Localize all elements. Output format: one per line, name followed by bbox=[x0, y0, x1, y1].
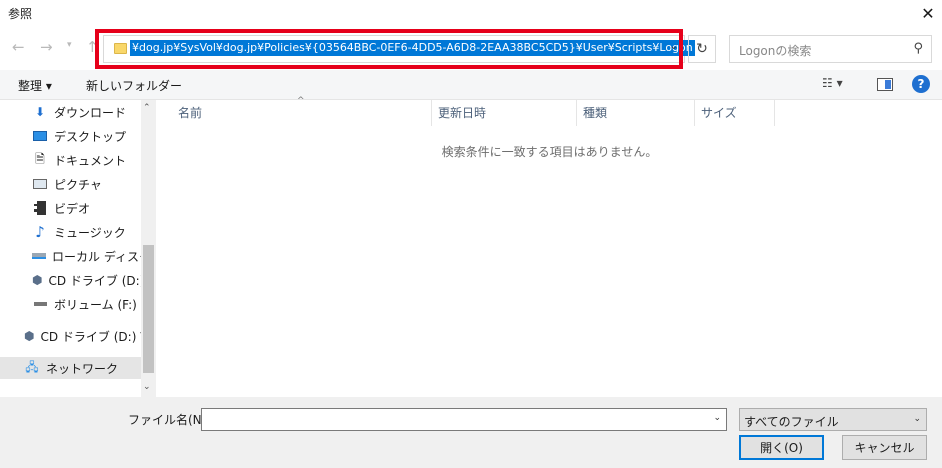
navigation-bar: ← → ▾ ↑ ¥dog.jp¥SysVol¥dog.jp¥Policies¥{… bbox=[0, 28, 942, 69]
file-list: ^ 名前 更新日時 種類 サイズ 検索条件に一致する項目はありません。 bbox=[157, 96, 942, 397]
chevron-down-icon[interactable]: ⌄ bbox=[713, 413, 721, 423]
view-options-icon[interactable]: ☷ ▾ bbox=[822, 76, 843, 90]
filename-label: ファイル名(N): bbox=[128, 413, 211, 427]
volume-icon bbox=[32, 296, 48, 312]
search-box[interactable]: Logonの検索 ⚲ bbox=[729, 35, 932, 63]
close-button[interactable]: ✕ bbox=[914, 0, 942, 26]
new-folder-button[interactable]: 新しいフォルダー bbox=[86, 77, 182, 94]
column-header-size[interactable]: サイズ bbox=[695, 100, 775, 126]
column-header-modified[interactable]: 更新日時 bbox=[432, 100, 577, 126]
command-bar: 整理 ▾ 新しいフォルダー ☷ ▾ ? bbox=[0, 70, 942, 100]
sidebar-item-cd-drive[interactable]: ⬢ CD ドライブ (D:) Vi bbox=[0, 269, 141, 291]
video-icon bbox=[32, 200, 48, 216]
column-header-name[interactable]: 名前 bbox=[172, 100, 432, 126]
sidebar-scrollbar[interactable]: ⌃ ⌄ bbox=[141, 100, 156, 397]
organize-menu[interactable]: 整理 ▾ bbox=[18, 77, 52, 94]
sidebar-item-local-disk[interactable]: ローカル ディスク (C bbox=[0, 245, 141, 267]
bottom-panel: ファイル名(N): ⌄ すべてのファイル ⌄ 開く(O) キャンセル bbox=[0, 397, 942, 468]
scrollbar-thumb[interactable] bbox=[143, 245, 154, 373]
file-type-value: すべてのファイル bbox=[744, 415, 839, 429]
sidebar-item-cd-drive-root[interactable]: ⬢ CD ドライブ (D:) Virt bbox=[0, 325, 141, 347]
network-icon: 🖧 bbox=[25, 359, 39, 374]
back-icon[interactable]: ← bbox=[12, 38, 25, 56]
column-header-type[interactable]: 種類 bbox=[577, 100, 695, 126]
sidebar-item-pictures[interactable]: ピクチャ bbox=[0, 173, 141, 195]
window-title: 参照 bbox=[8, 7, 33, 21]
navigation-pane: ⬇ ダウンロード デスクトップ 🗎 ドキュメント ピクチャ ビデオ ♪ ミュージ… bbox=[0, 100, 156, 397]
cd-drive-icon: ⬢ bbox=[32, 273, 43, 287]
cancel-button[interactable]: キャンセル bbox=[842, 435, 927, 460]
chevron-down-icon: ⌄ bbox=[913, 414, 921, 424]
scroll-down-icon[interactable]: ⌄ bbox=[143, 382, 151, 392]
empty-message: 検索条件に一致する項目はありません。 bbox=[441, 145, 658, 159]
local-disk-icon bbox=[32, 248, 46, 264]
desktop-icon bbox=[32, 128, 48, 144]
filename-input[interactable]: ⌄ bbox=[201, 408, 727, 431]
cd-drive-icon: ⬢ bbox=[24, 329, 35, 343]
search-placeholder: Logonの検索 bbox=[739, 44, 812, 58]
title-bar: 参照 ✕ bbox=[0, 0, 942, 28]
picture-icon bbox=[32, 176, 48, 192]
refresh-icon: ↻ bbox=[696, 41, 708, 57]
address-highlight-box bbox=[95, 29, 683, 69]
search-icon[interactable]: ⚲ bbox=[913, 41, 923, 56]
refresh-button[interactable]: ↻ bbox=[688, 35, 716, 63]
preview-pane-icon[interactable] bbox=[877, 78, 893, 91]
file-type-select[interactable]: すべてのファイル ⌄ bbox=[739, 408, 927, 431]
sidebar-item-videos[interactable]: ビデオ bbox=[0, 197, 141, 219]
close-icon: ✕ bbox=[921, 3, 935, 23]
download-icon: ⬇ bbox=[34, 105, 46, 119]
music-icon: ♪ bbox=[35, 223, 45, 241]
sidebar-item-documents[interactable]: 🗎 ドキュメント bbox=[0, 149, 141, 171]
sidebar-item-network[interactable]: 🖧 ネットワーク bbox=[0, 357, 141, 379]
sidebar-item-music[interactable]: ♪ ミュージック bbox=[0, 221, 141, 243]
open-button[interactable]: 開く(O) bbox=[739, 435, 824, 460]
sidebar-item-volume[interactable]: ボリューム (F:) bbox=[0, 293, 141, 315]
forward-icon[interactable]: → bbox=[40, 38, 53, 56]
sidebar-item-downloads[interactable]: ⬇ ダウンロード bbox=[0, 101, 141, 123]
sidebar-item-desktop[interactable]: デスクトップ bbox=[0, 125, 141, 147]
scroll-up-icon[interactable]: ⌃ bbox=[143, 103, 151, 113]
help-icon[interactable]: ? bbox=[912, 75, 930, 93]
recent-locations-icon[interactable]: ▾ bbox=[67, 40, 72, 50]
document-icon: 🗎 bbox=[35, 151, 45, 166]
